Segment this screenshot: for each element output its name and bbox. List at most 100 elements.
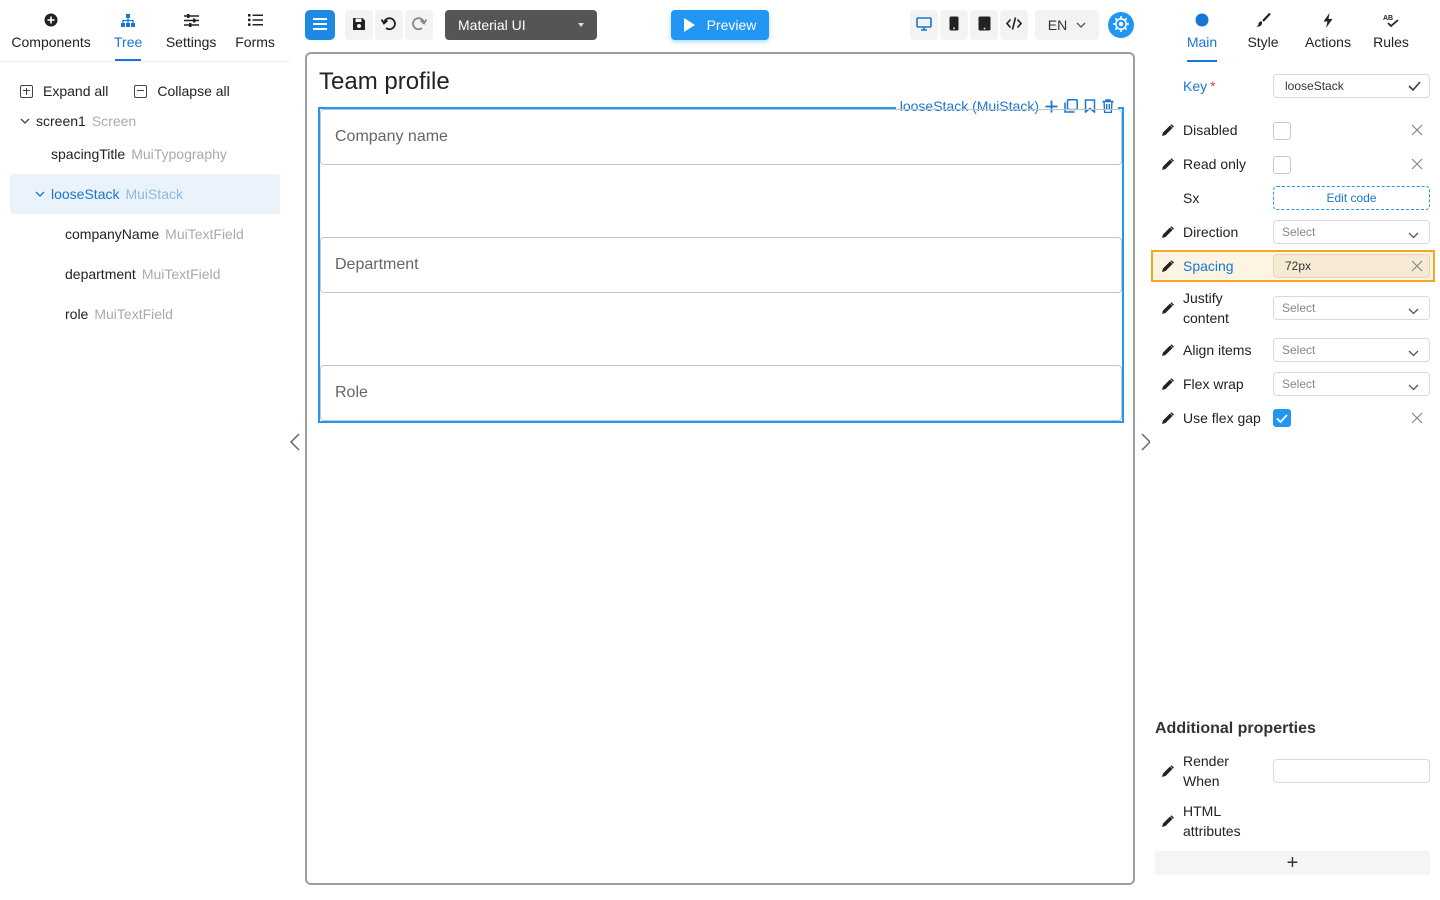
save-button[interactable] bbox=[345, 10, 373, 40]
collapse-square-icon bbox=[134, 84, 148, 98]
chevron-down-icon bbox=[1408, 228, 1419, 242]
sx-label: Sx bbox=[1183, 190, 1200, 206]
clear-icon[interactable] bbox=[1410, 123, 1424, 137]
tree-node-spacingtitle[interactable]: spacingTitle MuiTypography bbox=[10, 134, 280, 174]
redo-button[interactable] bbox=[405, 10, 433, 40]
tab-settings[interactable]: Settings bbox=[162, 0, 220, 61]
tab-style-label: Style bbox=[1247, 34, 1279, 50]
tree-node-name: spacingTitle bbox=[51, 146, 126, 162]
chevron-down-icon bbox=[1408, 380, 1419, 394]
role-label: Role bbox=[335, 384, 368, 401]
tab-forms-label: Forms bbox=[235, 34, 275, 50]
tree-node-name: department bbox=[65, 266, 136, 282]
collapse-left-panel-icon[interactable] bbox=[289, 432, 301, 455]
spellcheck-icon: AB bbox=[1383, 12, 1399, 28]
align-select-value: Select bbox=[1282, 343, 1316, 357]
disabled-checkbox[interactable] bbox=[1273, 122, 1291, 140]
prop-spacing: Spacing 72px bbox=[1150, 254, 1440, 278]
company-name-label: Company name bbox=[335, 128, 448, 145]
required-marker: * bbox=[1210, 78, 1216, 94]
language-select[interactable]: EN bbox=[1035, 10, 1099, 40]
align-select[interactable]: Select bbox=[1273, 338, 1430, 362]
tab-components[interactable]: Components bbox=[8, 0, 94, 61]
clear-icon[interactable] bbox=[1410, 411, 1424, 425]
brush-icon bbox=[1256, 12, 1271, 28]
department-field[interactable]: Department bbox=[320, 237, 1122, 293]
add-attribute-button[interactable]: + bbox=[1155, 851, 1430, 875]
clear-icon[interactable] bbox=[1410, 157, 1424, 171]
page-title[interactable]: Team profile bbox=[319, 68, 450, 96]
role-field[interactable]: Role bbox=[320, 365, 1122, 421]
tree-node-name: screen1 bbox=[36, 113, 86, 129]
render-when-input[interactable] bbox=[1273, 759, 1430, 783]
wrap-select[interactable]: Select bbox=[1273, 372, 1430, 396]
tablet-view-button[interactable] bbox=[970, 10, 998, 40]
desktop-view-button[interactable] bbox=[910, 10, 938, 40]
expand-all-button[interactable]: Expand all bbox=[20, 83, 108, 99]
tree-node-role[interactable]: role MuiTextField bbox=[10, 294, 280, 334]
tree-node-department[interactable]: department MuiTextField bbox=[10, 254, 280, 294]
sitemap-icon bbox=[121, 12, 136, 28]
tree-node-name: companyName bbox=[65, 226, 160, 242]
right-panel: Main Style Actions AB Rules Key * looseSt… bbox=[1150, 0, 1440, 900]
direction-select[interactable]: Select bbox=[1273, 220, 1430, 244]
tab-tree-label: Tree bbox=[114, 34, 143, 50]
loose-stack-selection[interactable]: looseStack (MuiStack) Company name Depar… bbox=[318, 98, 1124, 423]
preview-button[interactable]: Preview bbox=[671, 10, 769, 40]
pen-icon bbox=[1160, 123, 1174, 137]
check-icon[interactable] bbox=[1408, 81, 1421, 91]
wrap-select-value: Select bbox=[1282, 377, 1316, 391]
prop-sx: Sx Edit code bbox=[1150, 186, 1440, 210]
tree-node-type: MuiTextField bbox=[94, 306, 173, 322]
prop-use-flex-gap: Use flex gap bbox=[1150, 406, 1440, 430]
clear-icon[interactable] bbox=[1410, 259, 1424, 273]
direction-select-value: Select bbox=[1282, 225, 1316, 239]
spacing-input-value: 72px bbox=[1285, 259, 1312, 273]
pen-icon bbox=[1160, 343, 1174, 357]
readonly-checkbox[interactable] bbox=[1273, 156, 1291, 174]
flexgap-checkbox[interactable] bbox=[1273, 409, 1291, 427]
chevron-down-icon bbox=[1076, 22, 1086, 28]
theme-gear-icon bbox=[1112, 15, 1130, 36]
tree-node-screen1[interactable]: screen1 Screen bbox=[10, 108, 280, 134]
tab-forms[interactable]: Forms bbox=[224, 0, 286, 61]
justify-select[interactable]: Select bbox=[1273, 296, 1430, 320]
key-input[interactable]: looseStack bbox=[1273, 74, 1430, 98]
pen-icon bbox=[1160, 411, 1174, 425]
tab-actions-label: Actions bbox=[1305, 34, 1351, 50]
expand-square-icon bbox=[20, 84, 33, 98]
undo-button[interactable] bbox=[375, 10, 403, 40]
render-when-label: Render When bbox=[1183, 753, 1229, 789]
chevron-down-icon bbox=[35, 189, 45, 199]
tree-node-loosestack[interactable]: looseStack MuiStack bbox=[10, 174, 280, 214]
collapse-all-button[interactable]: Collapse all bbox=[134, 83, 230, 99]
preview-label: Preview bbox=[706, 17, 757, 33]
tree-node-name: looseStack bbox=[51, 186, 120, 202]
save-icon bbox=[352, 17, 366, 34]
right-tabs: Main Style Actions AB Rules bbox=[1150, 0, 1440, 62]
tablet-icon bbox=[978, 16, 991, 34]
chevron-down-icon bbox=[20, 116, 30, 126]
theme-button[interactable] bbox=[1108, 12, 1134, 38]
prop-flex-wrap: Flex wrap Select bbox=[1150, 372, 1440, 396]
key-label: Key * bbox=[1183, 76, 1216, 96]
prop-align-items: Align items Select bbox=[1150, 338, 1440, 362]
tree-node-type: Screen bbox=[91, 113, 137, 129]
tab-actions[interactable]: Actions bbox=[1298, 0, 1358, 62]
key-input-value: looseStack bbox=[1285, 79, 1344, 93]
framework-select[interactable]: Material UI bbox=[445, 10, 597, 40]
prop-render-when: Render When bbox=[1150, 751, 1440, 791]
mobile-view-button[interactable] bbox=[940, 10, 968, 40]
edit-code-button[interactable]: Edit code bbox=[1273, 186, 1430, 210]
menu-button[interactable] bbox=[305, 10, 335, 40]
tab-main[interactable]: Main bbox=[1170, 0, 1234, 62]
tab-tree[interactable]: Tree bbox=[98, 0, 158, 61]
spacing-input[interactable]: 72px bbox=[1273, 254, 1430, 278]
tab-rules[interactable]: AB Rules bbox=[1368, 0, 1414, 62]
tree-node-companyname[interactable]: companyName MuiTextField bbox=[10, 214, 280, 254]
company-name-field[interactable]: Company name bbox=[320, 109, 1122, 165]
tab-main-label: Main bbox=[1186, 34, 1218, 50]
tab-style[interactable]: Style bbox=[1240, 0, 1286, 62]
top-toolbar: Material UI Preview EN bbox=[290, 0, 1150, 50]
code-view-button[interactable] bbox=[1000, 10, 1028, 40]
